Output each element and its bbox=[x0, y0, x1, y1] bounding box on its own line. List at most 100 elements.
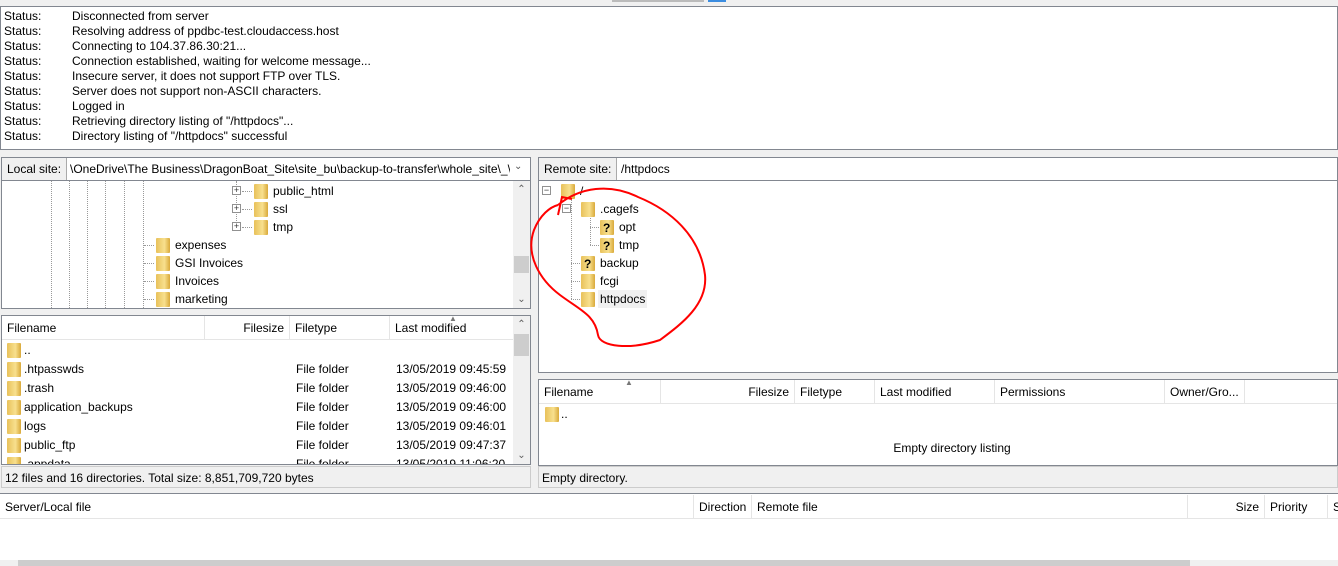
toolbar-control[interactable] bbox=[612, 0, 704, 2]
transfer-queue[interactable]: Server/Local file Direction Remote file Siz… bbox=[0, 493, 1338, 566]
column-header-owner-gro-[interactable]: Owner/Gro... bbox=[1165, 380, 1245, 404]
log-message: Connecting to 104.37.86.30:21... bbox=[72, 39, 247, 53]
column-header-size[interactable]: Size bbox=[1188, 495, 1265, 519]
local-tree-item[interactable]: Invoices bbox=[2, 272, 512, 290]
toolbar-button[interactable] bbox=[708, 0, 726, 2]
log-type: Status: bbox=[4, 69, 42, 83]
sort-arrow-icon: ▲ bbox=[625, 379, 633, 387]
expand-icon[interactable]: + bbox=[232, 186, 241, 195]
file-name: logs bbox=[24, 419, 47, 433]
file-modified: 13/05/2019 09:46:01 bbox=[396, 419, 507, 433]
file-type: File folder bbox=[296, 419, 349, 433]
tree-guide bbox=[242, 209, 252, 210]
log-message: Insecure server, it does not support FTP… bbox=[72, 69, 341, 83]
chevron-down-icon[interactable]: ⌄ bbox=[514, 161, 522, 172]
remote-file-list[interactable]: Filename Filesize Filetype Last modified Per… bbox=[538, 379, 1338, 466]
column-header-filename[interactable]: Filename bbox=[2, 316, 205, 340]
column-header-remote-file[interactable]: Remote file bbox=[752, 495, 1188, 519]
queue-horizontal-scrollbar[interactable] bbox=[0, 560, 1338, 566]
folder-icon bbox=[7, 343, 21, 358]
log-type: Status: bbox=[4, 99, 42, 113]
scroll-down-icon[interactable]: ⌄ bbox=[513, 447, 530, 464]
column-header-filesize[interactable]: Filesize bbox=[661, 380, 795, 404]
tree-guide bbox=[144, 245, 154, 246]
folder-icon bbox=[7, 457, 21, 464]
tree-label: GSI Invoices bbox=[175, 256, 244, 270]
file-row[interactable]: .htpasswds File folder 13/05/2019 09:45:59 bbox=[2, 360, 514, 379]
local-tree-item[interactable]: + ssl bbox=[2, 200, 512, 218]
local-file-list[interactable]: Filename Filesize Filetype Last modified ▲ … bbox=[1, 315, 531, 465]
file-modified: 13/05/2019 09:46:00 bbox=[396, 381, 507, 395]
column-header-priority[interactable]: Priority bbox=[1265, 495, 1328, 519]
column-header-permissions[interactable]: Permissions bbox=[995, 380, 1165, 404]
tree-label: expenses bbox=[175, 238, 227, 252]
tree-label: ssl bbox=[273, 202, 288, 216]
message-log[interactable]: Status: Disconnected from server Status: Re… bbox=[0, 6, 1338, 150]
file-name: .appdata bbox=[24, 457, 71, 465]
local-tree-item[interactable]: marketing bbox=[2, 290, 512, 308]
column-header-filename[interactable]: Filename bbox=[539, 380, 661, 404]
folder-icon bbox=[156, 256, 170, 271]
file-name: public_ftp bbox=[24, 438, 76, 452]
empty-directory-message: Empty directory listing bbox=[893, 441, 1011, 455]
file-row[interactable]: application_backups File folder 13/05/2019… bbox=[2, 398, 514, 417]
file-name: .trash bbox=[24, 381, 55, 395]
file-row-parent[interactable]: .. bbox=[539, 405, 1319, 424]
local-tree-item[interactable]: GSI Invoices bbox=[2, 254, 512, 272]
tree-guide bbox=[242, 191, 252, 192]
remote-site-path-input[interactable]: /httpdocs bbox=[621, 158, 1321, 180]
folder-icon bbox=[7, 400, 21, 415]
log-type: Status: bbox=[4, 114, 42, 128]
log-type: Status: bbox=[4, 9, 42, 23]
tree-label: Invoices bbox=[175, 274, 220, 288]
local-tree-item[interactable]: + tmp bbox=[2, 218, 512, 236]
local-tree-item[interactable]: + public_html bbox=[2, 182, 512, 200]
column-header-direction[interactable]: Direction bbox=[694, 495, 752, 519]
column-header-last-modified[interactable]: Last modified bbox=[875, 380, 995, 404]
local-tree[interactable]: ⌃ ⌄ + public_html + ssl + tmp expenses GSI Invo… bbox=[1, 180, 531, 309]
folder-icon bbox=[156, 274, 170, 289]
log-message: Logged in bbox=[72, 99, 125, 113]
column-header-server-local-file[interactable]: Server/Local file bbox=[0, 495, 694, 519]
file-type: File folder bbox=[296, 362, 349, 376]
file-row[interactable]: public_ftp File folder 13/05/2019 09:47:37 bbox=[2, 436, 514, 455]
file-type: File folder bbox=[296, 381, 349, 395]
column-header-filetype[interactable]: Filetype bbox=[290, 316, 390, 340]
file-row[interactable]: .trash File folder 13/05/2019 09:46:00 bbox=[2, 379, 514, 398]
file-row[interactable]: .. bbox=[2, 341, 514, 360]
file-row[interactable]: logs File folder 13/05/2019 09:46:01 bbox=[2, 417, 514, 436]
column-header-filesize[interactable]: Filesize bbox=[205, 316, 290, 340]
log-message: Disconnected from server bbox=[72, 9, 209, 23]
tree-guide bbox=[144, 299, 154, 300]
log-message: Retrieving directory listing of "/httpdo… bbox=[72, 114, 294, 128]
column-header-s[interactable]: S bbox=[1328, 495, 1338, 519]
file-name: .. bbox=[24, 343, 31, 357]
file-name: .. bbox=[561, 407, 568, 421]
file-modified: 13/05/2019 09:45:59 bbox=[396, 362, 507, 376]
expand-icon[interactable]: + bbox=[232, 204, 241, 213]
folder-icon bbox=[7, 381, 21, 396]
local-list-header: Filename Filesize Filetype Last modified bbox=[2, 316, 514, 340]
file-row[interactable]: .appdata File folder 13/05/2019 11:06:20 bbox=[2, 455, 514, 465]
local-status-bar: 12 files and 16 directories. Total size:… bbox=[1, 466, 531, 488]
red-circle-annotation bbox=[530, 187, 707, 347]
tree-label: tmp bbox=[273, 220, 294, 234]
log-type: Status: bbox=[4, 129, 42, 143]
folder-icon bbox=[545, 407, 559, 422]
log-message: Connection established, waiting for welc… bbox=[72, 54, 371, 68]
folder-icon bbox=[156, 292, 170, 307]
remote-status-bar: Empty directory. bbox=[538, 466, 1338, 488]
local-tree-item[interactable]: expenses bbox=[2, 236, 512, 254]
local-site-path-input[interactable]: \OneDrive\The Business\DragonBoat_Site\s… bbox=[70, 158, 510, 180]
file-name: application_backups bbox=[24, 400, 133, 414]
log-type: Status: bbox=[4, 24, 42, 38]
expand-icon[interactable]: + bbox=[232, 222, 241, 231]
file-type: File folder bbox=[296, 457, 349, 465]
annotation-stroke bbox=[530, 187, 707, 347]
file-modified: 13/05/2019 11:06:20 bbox=[396, 457, 506, 465]
scroll-thumb[interactable] bbox=[18, 560, 1190, 566]
file-modified: 13/05/2019 09:46:00 bbox=[396, 400, 507, 414]
tree-guide bbox=[242, 227, 252, 228]
column-header-filetype[interactable]: Filetype bbox=[795, 380, 875, 404]
folder-icon bbox=[254, 184, 268, 199]
